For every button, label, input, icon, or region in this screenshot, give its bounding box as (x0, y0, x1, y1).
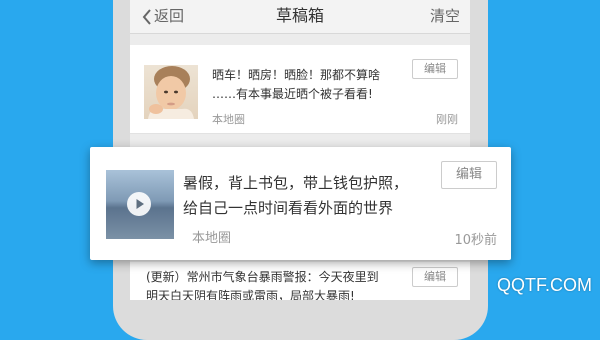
draft-time: 10秒前 (454, 233, 497, 248)
edit-button[interactable]: 编辑 (441, 161, 497, 189)
nav-bar: 返回 草稿箱 清空 (130, 0, 470, 34)
watermark: QQTF.COM (497, 275, 592, 295)
draft-text-line: 暑假，背上书包，带上钱包护照， (183, 174, 409, 192)
draft-text-line: 明天白天阴有阵雨或雷雨，局部大暴雨! (146, 289, 355, 300)
page-title: 草稿箱 (275, 6, 324, 25)
draft-text-line: 给自己一点时间看看外面的世界 (183, 199, 394, 217)
draft-text-line: 晒车！晒房！晒脸！那都不算啥 (212, 68, 381, 82)
draft-item-3[interactable]: (更新）常州市气象台暴雨警报：今天夜里到 明天白天阴有阵雨或雷雨，局部大暴雨! … (130, 262, 470, 300)
clear-button[interactable]: 清空 (430, 5, 460, 27)
draft-thumbnail-child (144, 65, 198, 119)
draft-time: 刚刚 (436, 113, 458, 126)
draft-source: 本地圈 (192, 231, 232, 246)
draft-thumbnail-video (106, 170, 174, 239)
draft-text-line: (更新）常州市气象台暴雨警报：今天夜里到 (146, 270, 379, 284)
draft-item-2-highlight[interactable]: 暑假，背上书包，带上钱包护照， 给自己一点时间看看外面的世界 本地圈 10秒前 … (90, 147, 511, 260)
edit-button[interactable]: 编辑 (412, 267, 458, 287)
play-icon[interactable] (127, 192, 151, 216)
draft-source: 本地圈 (212, 113, 245, 126)
edit-button[interactable]: 编辑 (412, 59, 458, 79)
child-photo-image (148, 66, 194, 119)
draft-text-line: ……有本事最近晒个被子看看! (212, 87, 373, 101)
draft-item-1[interactable]: 晒车！晒房！晒脸！那都不算啥 ……有本事最近晒个被子看看! 本地圈 刚刚 编辑 (130, 45, 470, 134)
